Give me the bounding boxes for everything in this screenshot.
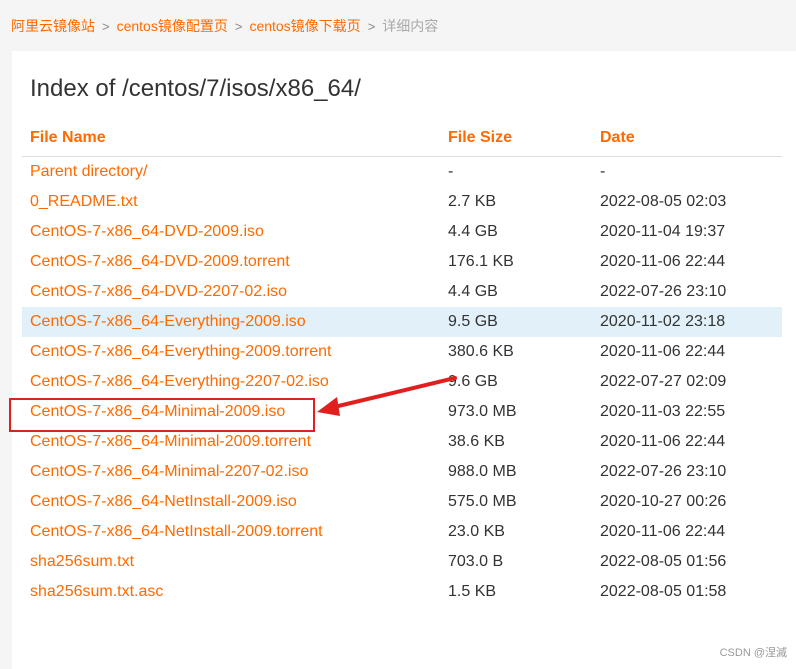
watermark: CSDN @涅滅: [719, 647, 787, 659]
annotation-arrow: [317, 376, 457, 416]
